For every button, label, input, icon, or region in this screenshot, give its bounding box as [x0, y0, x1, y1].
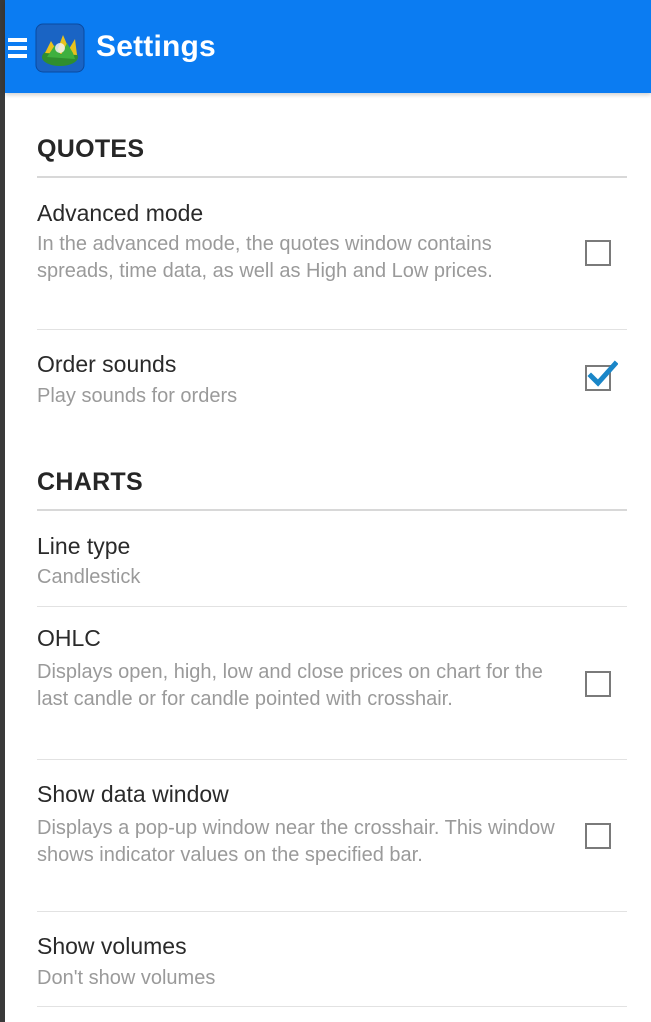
row-divider: [37, 606, 627, 607]
row-divider: [37, 911, 627, 912]
preference-title: Advanced mode: [37, 200, 204, 226]
check-mark-icon: [587, 360, 618, 387]
section-header-quotes: QUOTES: [37, 135, 145, 163]
preference-title: Show volumes: [37, 933, 187, 959]
metatrader-app-icon[interactable]: [35, 23, 85, 73]
preference-title: Order sounds: [37, 351, 177, 377]
show-data-window-checkbox[interactable]: [585, 823, 611, 849]
preference-title: OHLC: [37, 625, 101, 651]
page-title: Settings: [96, 30, 216, 63]
action-bar: Settings: [5, 0, 651, 93]
section-header-charts: CHARTS: [37, 468, 143, 496]
section-divider: [37, 176, 627, 178]
preference-summary: Don't show volumes: [37, 967, 216, 989]
preference-summary: In the advanced mode, the quotes window …: [37, 233, 493, 282]
settings-screen: Settings QUOTES Advanced mode In the adv…: [0, 0, 651, 1022]
advanced-mode-checkbox[interactable]: [585, 240, 611, 266]
preference-summary: Candlestick: [37, 566, 141, 588]
preference-summary: Play sounds for orders: [37, 385, 238, 407]
order-sounds-checkbox[interactable]: [585, 360, 618, 391]
row-divider: [37, 759, 627, 760]
preference-title: Show data window: [37, 781, 229, 807]
preference-title: Line type: [37, 533, 131, 559]
section-divider: [37, 509, 627, 511]
row-divider: [37, 329, 627, 330]
preference-summary: Displays a pop-up window near the crossh…: [37, 817, 555, 866]
ohlc-checkbox[interactable]: [585, 671, 611, 697]
row-divider: [37, 1006, 627, 1007]
settings-list: QUOTES Advanced mode In the advanced mod…: [5, 93, 651, 1022]
hamburger-menu-icon[interactable]: [8, 38, 28, 60]
preference-summary: Displays open, high, low and close price…: [37, 661, 543, 710]
